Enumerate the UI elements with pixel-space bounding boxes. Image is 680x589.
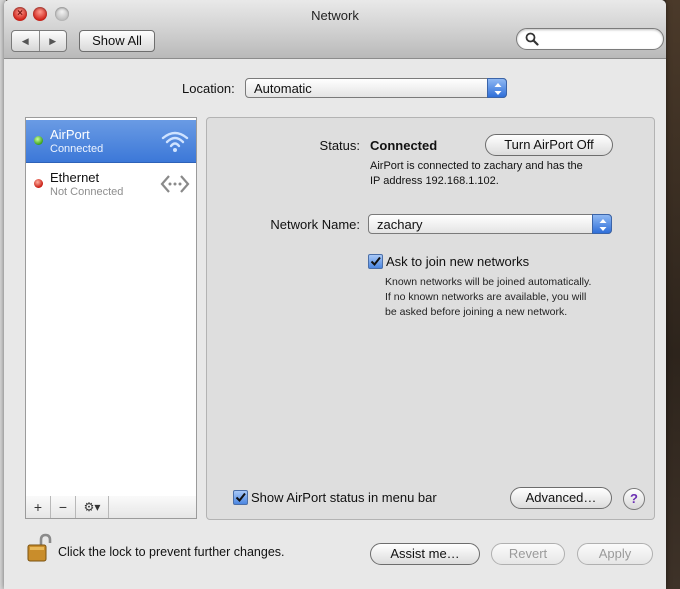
service-item-airport[interactable]: AirPort Connected — [26, 120, 196, 163]
network-preferences-window: × Network ◀ ▶ Show All Location: Automat… — [4, 0, 666, 589]
service-name: AirPort — [50, 127, 90, 142]
network-name-label: Network Name: — [270, 217, 360, 232]
service-name: Ethernet — [50, 170, 100, 185]
ask-join-label[interactable]: Ask to join new networks — [386, 254, 529, 269]
status-description-line: AirPort is connected to zachary and has … — [370, 160, 583, 172]
ask-join-note: Known networks will be joined automatica… — [385, 275, 591, 320]
popup-arrows-icon — [487, 78, 507, 98]
location-popup[interactable]: Automatic — [245, 78, 507, 98]
location-label: Location: — [182, 81, 235, 96]
forward-arrow-icon: ▶ — [49, 35, 57, 46]
title-bar: × Network ◀ ▶ Show All — [4, 0, 666, 59]
lock-icon[interactable] — [26, 533, 52, 563]
checkmark-icon — [235, 492, 246, 503]
service-item-ethernet[interactable]: Ethernet Not Connected — [26, 163, 196, 205]
search-field[interactable] — [516, 28, 664, 50]
service-status: Not Connected — [50, 186, 124, 198]
network-name-popup[interactable]: zachary — [368, 214, 612, 234]
status-dot-red-icon — [34, 179, 43, 188]
status-label: Status: — [319, 138, 360, 153]
back-button[interactable]: ◀ — [12, 31, 39, 51]
wifi-icon — [161, 131, 189, 152]
apply-button[interactable]: Apply — [577, 543, 653, 565]
popup-arrows-icon — [592, 214, 612, 234]
network-name-value: zachary — [377, 217, 423, 232]
back-forward-control: ◀ ▶ — [11, 30, 67, 52]
forward-button[interactable]: ▶ — [38, 31, 67, 51]
advanced-button[interactable]: Advanced… — [510, 487, 612, 509]
add-service-button[interactable]: + — [26, 496, 51, 518]
service-status: Connected — [50, 143, 104, 155]
window-title: Network — [311, 8, 359, 23]
note-line: be asked before joining a new network. — [385, 306, 568, 318]
location-value: Automatic — [254, 81, 312, 96]
service-list: AirPort Connected Ethernet Not Connected — [25, 117, 197, 497]
turn-airport-off-button[interactable]: Turn AirPort Off — [485, 134, 613, 156]
show-all-button[interactable]: Show All — [79, 30, 155, 52]
back-arrow-icon: ◀ — [21, 35, 29, 46]
status-dot-green-icon — [34, 136, 43, 145]
show-status-checkbox[interactable] — [233, 490, 248, 505]
show-status-label[interactable]: Show AirPort status in menu bar — [251, 490, 437, 505]
note-line: If no known networks are available, you … — [385, 291, 587, 303]
status-description: AirPort is connected to zachary and has … — [370, 159, 583, 189]
status-description-line: IP address 192.168.1.102. — [370, 175, 499, 187]
lock-message: Click the lock to prevent further change… — [58, 545, 285, 559]
gear-action-menu-button[interactable]: ⚙▾ — [76, 496, 109, 518]
help-button[interactable]: ? — [623, 488, 645, 510]
note-line: Known networks will be joined automatica… — [385, 276, 592, 288]
assist-me-button[interactable]: Assist me… — [370, 543, 480, 565]
ask-join-checkbox[interactable] — [368, 254, 383, 269]
revert-button[interactable]: Revert — [491, 543, 565, 565]
desktop-background — [666, 0, 680, 589]
ethernet-icon — [160, 175, 190, 193]
remove-service-button[interactable]: − — [51, 496, 76, 518]
status-value: Connected — [370, 138, 438, 153]
checkmark-icon — [370, 256, 381, 267]
service-list-toolbar: + − ⚙▾ — [25, 496, 197, 519]
search-icon — [525, 32, 539, 46]
